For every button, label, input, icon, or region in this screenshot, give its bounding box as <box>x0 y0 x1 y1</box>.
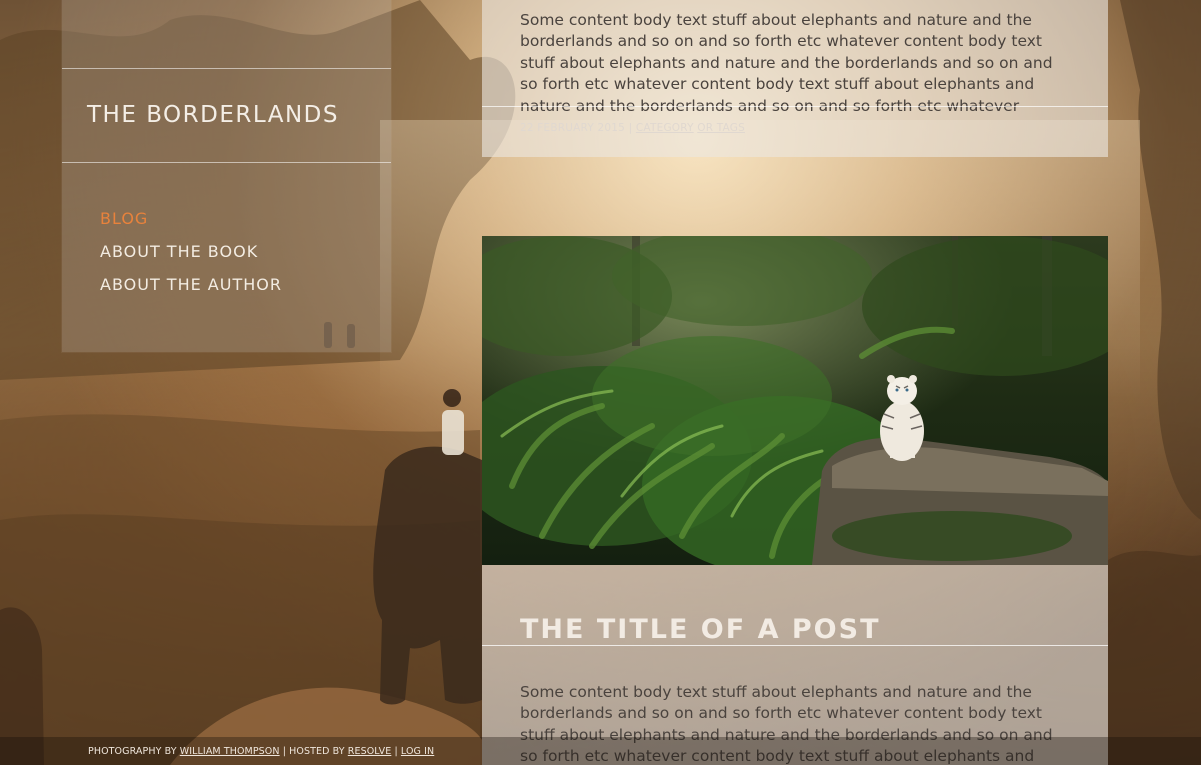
post-card: Some content body text stuff about eleph… <box>482 0 1108 157</box>
photo-credit-prefix: PHOTOGRAPHY BY <box>88 746 177 757</box>
site-title[interactable]: THE BORDERLANDS <box>87 102 339 128</box>
post-card: THE TITLE OF A POST Some content body te… <box>482 236 1108 765</box>
post-date: 22 FEBRUARY 2015 <box>520 122 626 134</box>
sidebar-top-block <box>62 0 391 69</box>
nav-item-about-the-author[interactable]: ABOUT THE AUTHOR <box>100 272 282 305</box>
divider <box>482 645 1108 646</box>
divider <box>482 106 1108 107</box>
post-meta: 22 FEBRUARY 2015 | CATEGORY OR TAGS <box>520 122 745 134</box>
post-hero-image[interactable] <box>482 236 1108 565</box>
login-link[interactable]: LOG IN <box>401 746 434 757</box>
category-link[interactable]: CATEGORY <box>636 122 694 134</box>
main-nav: BLOG ABOUT THE BOOK ABOUT THE AUTHOR <box>100 206 282 305</box>
tags-link[interactable]: OR TAGS <box>697 122 745 134</box>
footer-separator: | <box>394 746 398 757</box>
meta-separator: | <box>628 122 633 134</box>
post-body: Some content body text stuff about eleph… <box>520 10 1053 115</box>
nav-item-about-the-book[interactable]: ABOUT THE BOOK <box>100 239 282 272</box>
footer-separator: | <box>282 746 287 757</box>
footer: PHOTOGRAPHY BY WILLIAM THOMPSON | HOSTED… <box>0 737 1201 765</box>
hosted-by-prefix: HOSTED BY <box>289 746 345 757</box>
nav-item-blog[interactable]: BLOG <box>100 206 282 239</box>
sidebar: THE BORDERLANDS BLOG ABOUT THE BOOK ABOU… <box>62 0 391 352</box>
post-title[interactable]: THE TITLE OF A POST <box>520 614 880 645</box>
tiger-jungle-image <box>482 236 1108 565</box>
host-link[interactable]: RESOLVE <box>348 746 392 757</box>
photographer-link[interactable]: WILLIAM THOMPSON <box>180 746 280 757</box>
divider <box>62 162 391 163</box>
footer-credits: PHOTOGRAPHY BY WILLIAM THOMPSON | HOSTED… <box>88 746 434 757</box>
